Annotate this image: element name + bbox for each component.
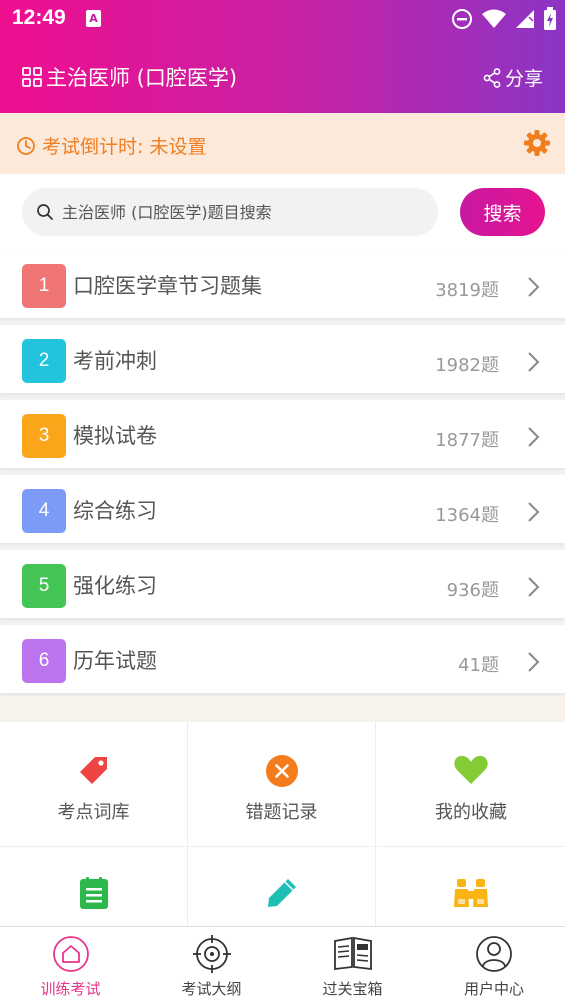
item-number-badge: 4 (22, 489, 66, 533)
clock-icon (17, 136, 35, 155)
close-circle-icon (265, 755, 298, 787)
wifi-icon (482, 9, 506, 28)
grid-item-label: 错题记录 (245, 802, 318, 823)
search-box[interactable] (22, 188, 438, 236)
list-item[interactable]: 5 强化练习 936题 (0, 550, 565, 618)
home-icon (52, 936, 89, 972)
item-count: 41题 (458, 655, 499, 676)
binoculars-icon (454, 879, 488, 907)
grid-item-label: 我的收藏 (435, 802, 507, 823)
app-header: 12:49 A 主治医师 (口腔医学) 分享 (0, 0, 565, 113)
status-icons (451, 7, 557, 31)
list-item[interactable]: 3 模拟试卷 1877题 (0, 400, 565, 468)
status-bar: 12:49 A (0, 0, 565, 38)
tab-label: 考试大纲 (181, 980, 242, 998)
newspaper-icon (333, 936, 372, 971)
title-bar: 主治医师 (口腔医学) 分享 (0, 38, 565, 113)
chevron-right-icon (528, 652, 540, 672)
search-row: 搜索 (0, 174, 565, 250)
bottom-tab-bar: 训练考试 考试大纲 过关宝箱 用户中心 (0, 926, 565, 1004)
item-number-badge: 3 (22, 414, 66, 458)
page-title: 主治医师 (口腔医学) (22, 62, 237, 92)
search-icon (37, 204, 53, 220)
grid-item-label: 考点词库 (57, 802, 130, 823)
item-count: 3819题 (435, 280, 499, 301)
list-item[interactable]: 1 口腔医学章节习题集 3819题 (0, 250, 565, 318)
countdown-text: 考试倒计时: 未设置 (42, 136, 207, 158)
item-label: 口腔医学章节习题集 (73, 274, 262, 298)
notes-icon (79, 877, 108, 909)
grid-item-keyword-library[interactable]: 考点词库 (0, 722, 188, 847)
chevron-right-icon (528, 352, 540, 372)
chevron-right-icon (528, 277, 540, 297)
tab-user-center[interactable]: 用户中心 (423, 927, 565, 1004)
list-item[interactable]: 4 综合练习 1364题 (0, 475, 565, 543)
user-icon (476, 936, 512, 972)
item-count: 1982题 (435, 355, 499, 376)
share-button[interactable]: 分享 (483, 64, 543, 91)
item-count: 936题 (446, 580, 499, 601)
share-icon (483, 67, 501, 88)
gear-icon (524, 130, 550, 156)
status-time: 12:49 (12, 6, 66, 29)
chevron-right-icon (528, 427, 540, 447)
item-number-badge: 5 (22, 564, 66, 608)
tab-exam-outline[interactable]: 考试大纲 (141, 927, 282, 1004)
grid-item-wrong-records[interactable]: 错题记录 (188, 722, 376, 847)
grid-item-practice[interactable] (188, 847, 376, 926)
grid-menu-icon[interactable] (22, 67, 42, 87)
battery-icon (544, 7, 556, 30)
item-label: 强化练习 (73, 574, 157, 598)
tab-label: 过关宝箱 (322, 980, 383, 998)
tab-treasure-box[interactable]: 过关宝箱 (282, 927, 423, 1004)
pencil-icon (267, 879, 296, 907)
item-label: 综合练习 (73, 499, 157, 523)
grid-item-favorites[interactable]: 我的收藏 (377, 722, 565, 847)
page-title-text: 主治医师 (口腔医学) (46, 66, 238, 90)
do-not-disturb-icon (452, 9, 472, 29)
exam-countdown-bar: 考试倒计时: 未设置 (0, 113, 565, 174)
target-icon (192, 935, 231, 973)
signal-icon (516, 10, 534, 28)
app-notification-icon: A (86, 10, 101, 27)
item-number-badge: 1 (22, 264, 66, 308)
item-number-badge: 2 (22, 339, 66, 383)
list-item[interactable]: 2 考前冲刺 1982题 (0, 325, 565, 393)
search-input[interactable] (62, 202, 422, 222)
item-count: 1877题 (435, 430, 499, 451)
tab-training-exam[interactable]: 训练考试 (0, 927, 141, 1004)
item-count: 1364题 (435, 505, 499, 526)
chevron-right-icon (528, 502, 540, 522)
item-label: 模拟试卷 (73, 424, 157, 448)
item-label: 历年试题 (73, 649, 157, 673)
item-label: 考前冲刺 (73, 349, 157, 373)
tab-label: 训练考试 (40, 980, 101, 998)
search-button[interactable]: 搜索 (460, 188, 545, 236)
feature-grid: 考点词库 错题记录 我的收藏 (0, 722, 565, 926)
item-number-badge: 6 (22, 639, 66, 683)
chevron-right-icon (528, 577, 540, 597)
grid-item-explore[interactable] (377, 847, 565, 926)
list-item[interactable]: 6 历年试题 41题 (0, 625, 565, 693)
tag-icon (79, 757, 107, 784)
tab-label: 用户中心 (463, 980, 524, 998)
countdown-settings-button[interactable] (523, 129, 551, 161)
heart-icon (454, 755, 488, 784)
share-label: 分享 (504, 68, 543, 90)
section-divider (0, 696, 565, 722)
countdown-info: 考试倒计时: 未设置 (16, 132, 206, 159)
grid-item-notes[interactable] (0, 847, 188, 926)
